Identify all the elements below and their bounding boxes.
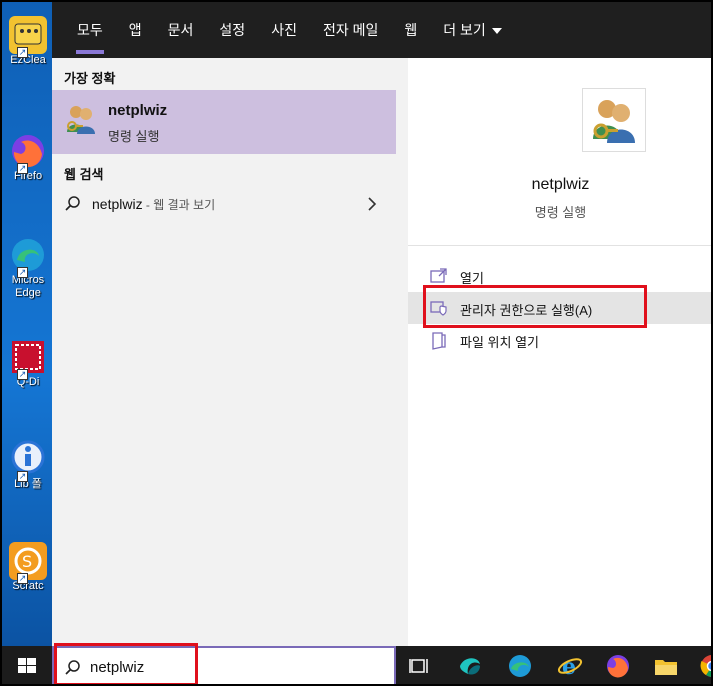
open-icon xyxy=(430,268,448,289)
chevron-right-icon[interactable] xyxy=(366,196,378,217)
scratch-icon: S ↗ xyxy=(9,542,47,584)
search-box[interactable] xyxy=(52,646,396,684)
desktop-icon-label: EzClea xyxy=(10,54,46,66)
desktop-icon-ezclean[interactable]: ↗ EzClea xyxy=(4,16,52,67)
web-query-suffix: - 웹 결과 보기 xyxy=(142,198,216,212)
best-match-header: 가장 정확 xyxy=(64,71,116,86)
tab-documents[interactable]: 문서 xyxy=(155,2,207,58)
firefox-icon[interactable] xyxy=(604,652,632,680)
firefox-icon: ↗ xyxy=(9,132,47,174)
search-icon xyxy=(64,659,82,682)
desktop-icon-lib[interactable]: ↗ Lib 폴 xyxy=(4,440,52,491)
app-icon[interactable] xyxy=(456,652,484,680)
tab-photos[interactable]: 사진 xyxy=(258,2,310,58)
tab-more-label: 더 보기 xyxy=(443,22,486,38)
desktop: ↗ EzClea ↗ Firefo ↗ Micros Edge ↗ Q-Di ↗… xyxy=(0,0,713,686)
open-action[interactable]: 열기 xyxy=(408,260,711,292)
chrome-icon[interactable] xyxy=(698,652,711,680)
tab-email[interactable]: 전자 메일 xyxy=(310,2,391,58)
search-panel: 모두 앱 문서 설정 사진 전자 메일 웹 더 보기 가장 정확 netplwi… xyxy=(52,2,711,646)
info-icon: ↗ xyxy=(9,440,47,482)
edge-icon[interactable] xyxy=(506,652,534,680)
web-search-header: 웹 검색 xyxy=(64,167,104,182)
desktop-icon-label: Micros Edge xyxy=(11,274,45,299)
svg-text:S: S xyxy=(22,552,32,571)
file-location-icon xyxy=(430,332,448,355)
task-view-icon[interactable] xyxy=(406,652,434,680)
results-list: 가장 정확 netplwiz 명령 실행 웹 검색 netplwiz - 웹 결… xyxy=(52,58,396,646)
tab-more[interactable]: 더 보기 xyxy=(430,2,515,58)
open-label: 열기 xyxy=(460,271,484,286)
desktop-icon-label: Firefo xyxy=(13,170,43,182)
desktop-icon-label: Q-Di xyxy=(16,376,40,388)
tab-settings[interactable]: 설정 xyxy=(206,2,258,58)
desktop-icon-firefox[interactable]: ↗ Firefo xyxy=(4,132,52,183)
open-file-location-action[interactable]: 파일 위치 열기 xyxy=(408,324,711,356)
tab-web[interactable]: 웹 xyxy=(391,2,430,58)
best-match-result[interactable]: netplwiz 명령 실행 xyxy=(52,90,396,154)
open-file-location-label: 파일 위치 열기 xyxy=(460,335,539,350)
best-match-subtitle: 명령 실행 xyxy=(108,129,160,144)
taskbar: e xyxy=(2,646,711,684)
start-button[interactable] xyxy=(2,646,52,684)
qdir-icon: ↗ xyxy=(9,338,47,380)
detail-title: netplwiz xyxy=(531,176,590,193)
web-query-text: netplwiz xyxy=(92,196,143,212)
desktop-icon-qdir[interactable]: ↗ Q-Di xyxy=(4,338,52,389)
file-explorer-icon[interactable] xyxy=(652,652,680,680)
detail-subtitle: 명령 실행 xyxy=(534,205,587,220)
best-match-title: netplwiz xyxy=(108,102,168,119)
desktop-icon-label: Lib 폴 xyxy=(14,478,42,490)
run-as-admin-label: 관리자 권한으로 실행(A) xyxy=(460,303,593,318)
chevron-down-icon xyxy=(491,28,502,35)
tab-apps[interactable]: 앱 xyxy=(116,2,155,58)
desktop-icon-edge[interactable]: ↗ Micros Edge xyxy=(4,236,52,300)
search-tabs: 모두 앱 문서 설정 사진 전자 메일 웹 더 보기 xyxy=(52,2,711,58)
desktop-icon-label: Scratc xyxy=(12,580,44,592)
tab-all[interactable]: 모두 xyxy=(64,2,116,58)
desktop-icon-scratch[interactable]: S ↗ Scratc xyxy=(4,542,52,593)
search-icon xyxy=(64,195,82,218)
shield-icon xyxy=(430,300,448,321)
users-icon xyxy=(64,102,98,136)
svg-text:e: e xyxy=(562,654,576,680)
edge-icon: ↗ xyxy=(9,236,47,278)
ie-icon[interactable]: e xyxy=(556,652,584,680)
web-search-query: netplwiz - 웹 결과 보기 xyxy=(92,196,215,213)
users-icon xyxy=(582,88,646,152)
web-search-result[interactable]: netplwiz - 웹 결과 보기 xyxy=(52,186,396,222)
ezclean-icon: ↗ xyxy=(9,16,47,58)
run-as-admin-action[interactable]: 관리자 권한으로 실행(A) xyxy=(408,292,711,324)
divider xyxy=(408,245,711,246)
detail-pane: netplwiz 명령 실행 열기 관리자 권한으로 실행(A) 파일 위치 열 xyxy=(408,58,711,646)
search-input[interactable] xyxy=(90,656,380,678)
